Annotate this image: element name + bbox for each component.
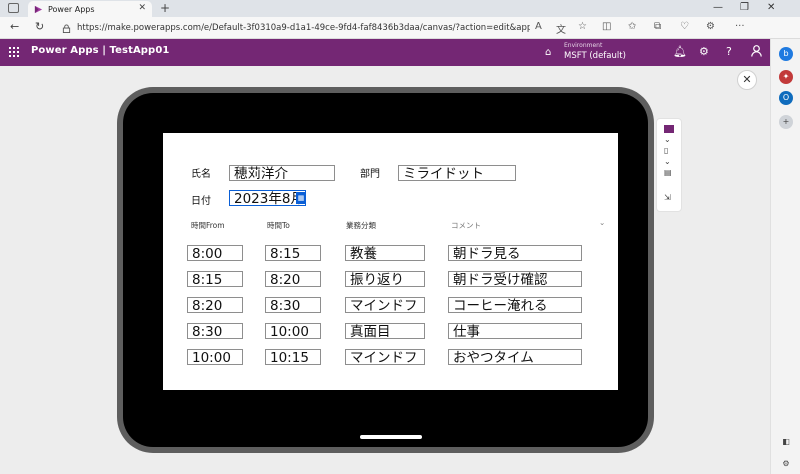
new-tab-icon[interactable]: + [160, 1, 170, 15]
favorite-star-icon[interactable]: ☆ [578, 21, 587, 32]
environment-label: Environment [564, 42, 603, 49]
minimize-icon[interactable]: — [713, 2, 723, 13]
settings-icon[interactable]: ⚙ [699, 45, 709, 58]
time-from-input[interactable]: 8:15 [187, 271, 243, 287]
comment-input[interactable]: コーヒー淹れる [448, 297, 582, 313]
header-comment: コメント [451, 221, 481, 230]
sidebar-toggle-icon[interactable]: ◧ [779, 435, 793, 449]
name-input[interactable]: 穂苅洋介 [229, 165, 335, 181]
browser-side-panel: b ✦ O + ◧ ⚙ [770, 39, 800, 474]
category-input[interactable]: マインドフ [345, 297, 425, 313]
date-picker[interactable]: 2023年8月 [229, 190, 306, 206]
dept-input[interactable]: ミライドット [398, 165, 516, 181]
app-title: Power Apps | TestApp01 [31, 45, 170, 56]
more-menu-icon[interactable]: ··· [735, 21, 745, 32]
url-text: https://make.powerapps.com/e/Default-3f0… [77, 23, 530, 33]
help-icon[interactable]: ? [726, 45, 732, 58]
browser-tab-title: Power Apps [48, 4, 95, 14]
app-launcher-icon[interactable] [9, 47, 19, 57]
time-to-input[interactable]: 8:20 [265, 271, 321, 287]
lock-icon [62, 23, 71, 33]
device-selector: ⌄ ▯ ⌄ ▤ ⇲ [656, 118, 682, 212]
time-to-input[interactable]: 10:15 [265, 349, 321, 365]
split-screen-icon[interactable]: ◫ [602, 21, 611, 32]
tools-icon[interactable]: ✦ [779, 70, 793, 84]
comment-input[interactable]: 朝ドラ見る [448, 245, 582, 261]
browser-tab[interactable]: Power Apps ✕ [28, 1, 152, 17]
close-window-icon[interactable]: ✕ [767, 2, 775, 13]
refresh-icon[interactable]: ↻ [35, 20, 44, 33]
time-from-input[interactable]: 8:20 [187, 297, 243, 313]
translate-icon[interactable]: 文 [556, 21, 566, 36]
date-label: 日付 [191, 196, 211, 207]
comment-input[interactable]: 朝ドラ受け確認 [448, 271, 582, 287]
sidebar-settings-icon[interactable]: ⚙ [779, 457, 793, 471]
header-time-to: 時間To [267, 221, 290, 230]
tablet-icon[interactable] [664, 125, 674, 135]
name-label: 氏名 [191, 169, 211, 180]
address-bar: ← ↻ https://make.powerapps.com/e/Default… [0, 17, 800, 39]
dept-label: 部門 [360, 169, 380, 180]
fit-screen-icon[interactable]: ⇲ [664, 193, 671, 202]
heart-icon[interactable]: ♡ [680, 21, 689, 32]
environment-selector[interactable]: MSFT (default) [564, 51, 626, 61]
time-to-input[interactable]: 8:30 [265, 297, 321, 313]
app-screen: 氏名 穂苅洋介 部門 ミライドット 日付 2023年8月 ▦ 時間From 時間… [163, 133, 618, 390]
header-category: 業務分類 [346, 221, 376, 230]
tablet-bezel: 氏名 穂苅洋介 部門 ミライドット 日付 2023年8月 ▦ 時間From 時間… [123, 93, 648, 447]
close-tab-icon[interactable]: ✕ [138, 3, 146, 13]
back-icon[interactable]: ← [10, 20, 19, 33]
calendar-icon[interactable]: ▦ [296, 192, 306, 204]
tab-actions-icon[interactable] [8, 3, 19, 13]
power-apps-header: Power Apps | TestApp01 ⌂ Environment MSF… [0, 39, 770, 66]
tablet-frame: 氏名 穂苅洋介 部門 ミライドット 日付 2023年8月 ▦ 時間From 時間… [117, 87, 654, 453]
time-to-input[interactable]: 8:15 [265, 245, 321, 261]
category-input[interactable]: 教養 [345, 245, 425, 261]
power-apps-logo-icon [34, 5, 43, 14]
time-from-input[interactable]: 8:00 [187, 245, 243, 261]
maximize-icon[interactable]: ❐ [740, 2, 749, 13]
outlook-icon[interactable]: O [779, 91, 793, 105]
chevron-down-icon[interactable]: ⌄ [664, 135, 671, 144]
add-sidebar-icon[interactable]: + [779, 115, 793, 129]
time-from-input[interactable]: 10:00 [187, 349, 243, 365]
category-input[interactable]: 真面目 [345, 323, 425, 339]
close-preview-button[interactable]: ✕ [737, 70, 757, 90]
comment-input[interactable]: おやつタイム [448, 349, 582, 365]
chevron-down-icon[interactable]: ⌄ [664, 157, 671, 166]
browser-tab-bar: Power Apps ✕ + — ❐ ✕ [0, 0, 800, 17]
collections-icon[interactable]: ⧉ [654, 21, 661, 32]
category-input[interactable]: マインドフ [345, 349, 425, 365]
scroll-arrow-icon[interactable]: ⌄ [599, 218, 605, 227]
read-aloud-icon[interactable]: A [535, 21, 542, 32]
home-indicator [360, 435, 422, 439]
favorites-icon[interactable]: ✩ [628, 21, 636, 32]
time-to-input[interactable]: 10:00 [265, 323, 321, 339]
time-from-input[interactable]: 8:30 [187, 323, 243, 339]
url-field[interactable]: https://make.powerapps.com/e/Default-3f0… [62, 20, 530, 36]
bing-chat-icon[interactable]: b [779, 47, 793, 61]
header-time-from: 時間From [191, 221, 225, 230]
extensions-icon[interactable]: ⚙ [706, 21, 715, 32]
phone-icon[interactable]: ▯ [664, 146, 668, 155]
environment-icon: ⌂ [545, 47, 552, 58]
account-icon[interactable] [751, 45, 762, 60]
notifications-icon[interactable]: 🔔︎ [673, 45, 687, 58]
orientation-icon[interactable]: ▤ [664, 168, 672, 177]
comment-input[interactable]: 仕事 [448, 323, 582, 339]
category-input[interactable]: 振り返り [345, 271, 425, 287]
